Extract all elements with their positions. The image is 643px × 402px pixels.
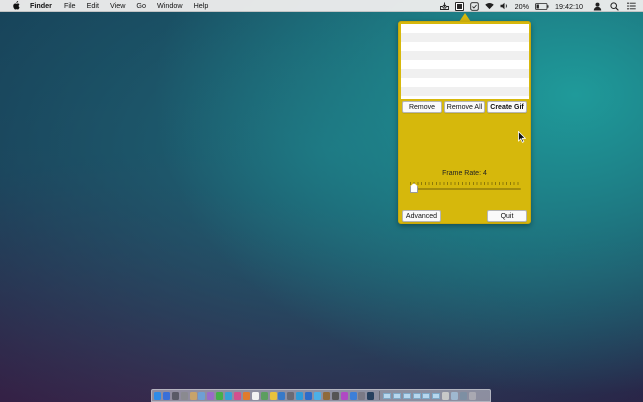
battery-percent: 20% — [514, 1, 530, 11]
gif-maker-popover: Remove Remove All Create Gif Frame Rate:… — [398, 21, 531, 224]
list-row[interactable] — [401, 69, 529, 78]
dock-document[interactable] — [422, 392, 431, 399]
dock-document[interactable] — [383, 392, 392, 399]
app-dock-icon[interactable] — [349, 391, 357, 400]
spotlight-search-icon[interactable] — [610, 1, 619, 11]
list-row[interactable] — [401, 60, 529, 69]
menu-help[interactable]: Help — [194, 1, 209, 10]
app-dock-icon[interactable] — [278, 391, 286, 400]
app-dock-icon[interactable] — [340, 391, 348, 400]
advanced-button[interactable]: Advanced — [402, 210, 441, 222]
dock-document[interactable] — [412, 392, 421, 399]
menu-go[interactable]: Go — [136, 1, 146, 10]
app-dock-icon[interactable] — [314, 391, 322, 400]
menu-window[interactable]: Window — [157, 1, 183, 10]
app-dock-icon[interactable] — [234, 391, 242, 400]
mouse-cursor-icon — [518, 130, 527, 143]
battery-icon[interactable] — [535, 2, 549, 11]
app-dock-icon[interactable] — [358, 391, 366, 400]
app-dock-icon[interactable] — [450, 391, 458, 400]
wifi-icon[interactable] — [484, 2, 494, 11]
remove-button[interactable]: Remove — [402, 101, 442, 113]
checklist-icon[interactable] — [469, 1, 479, 11]
menubar-clock[interactable]: 19:42:10 — [555, 2, 583, 11]
app-dock-icon[interactable] — [251, 391, 259, 400]
app-dock-icon[interactable] — [207, 391, 215, 400]
create-gif-button[interactable]: Create Gif — [487, 101, 527, 113]
tray-icon[interactable] — [439, 2, 449, 11]
app-dock-icon[interactable] — [459, 391, 467, 400]
trash-icon[interactable] — [468, 391, 476, 400]
apple-icon[interactable] — [11, 1, 21, 11]
app-dock-icon[interactable] — [198, 391, 206, 400]
frame-rate-label: Frame Rate: 4 — [442, 170, 487, 177]
app-dock-icon[interactable] — [225, 391, 233, 400]
gif-app-icon[interactable] — [454, 1, 464, 11]
finder-dock-icon[interactable] — [154, 391, 161, 400]
app-dock-icon[interactable] — [287, 391, 295, 400]
frames-list[interactable] — [401, 24, 529, 99]
list-row[interactable] — [401, 87, 529, 96]
app-dock-icon[interactable] — [442, 391, 450, 400]
user-icon[interactable] — [593, 2, 602, 11]
app-dock-icon[interactable] — [189, 391, 197, 400]
menu-bar: Finder File Edit View Go Window Help 20%… — [0, 0, 643, 12]
app-dock-icon[interactable] — [162, 391, 170, 400]
app-dock-icon[interactable] — [296, 391, 304, 400]
app-dock-icon[interactable] — [180, 391, 188, 400]
menu-edit[interactable]: Edit — [87, 1, 99, 10]
dock-document[interactable] — [432, 392, 441, 399]
app-dock-icon[interactable] — [171, 391, 179, 400]
list-row[interactable] — [401, 33, 529, 42]
list-row[interactable] — [401, 42, 529, 51]
remove-all-button[interactable]: Remove All — [444, 101, 485, 113]
dock-document[interactable] — [393, 392, 402, 399]
frame-rate-ticks — [410, 182, 521, 185]
volume-icon[interactable] — [500, 2, 509, 11]
app-dock-icon[interactable] — [242, 391, 250, 400]
list-row[interactable] — [401, 96, 529, 99]
dock-separator — [379, 391, 381, 400]
menu-view[interactable]: View — [110, 1, 125, 10]
app-dock-icon[interactable] — [322, 391, 330, 400]
list-row[interactable] — [401, 51, 529, 60]
quit-button[interactable]: Quit — [487, 210, 527, 222]
app-dock-icon[interactable] — [269, 391, 277, 400]
app-dock-icon[interactable] — [331, 391, 339, 400]
app-dock-icon[interactable] — [305, 391, 313, 400]
dock-document[interactable] — [402, 392, 411, 399]
app-dock-icon[interactable] — [367, 391, 375, 400]
app-dock-icon[interactable] — [260, 391, 268, 400]
list-row[interactable] — [401, 24, 529, 33]
menu-app-finder[interactable]: Finder — [30, 1, 52, 10]
notification-center-icon[interactable] — [627, 2, 636, 11]
frame-rate-slider[interactable] — [410, 188, 521, 190]
list-row[interactable] — [401, 78, 529, 87]
dock — [151, 389, 491, 402]
menu-file[interactable]: File — [64, 1, 76, 10]
app-dock-icon[interactable] — [216, 391, 224, 400]
